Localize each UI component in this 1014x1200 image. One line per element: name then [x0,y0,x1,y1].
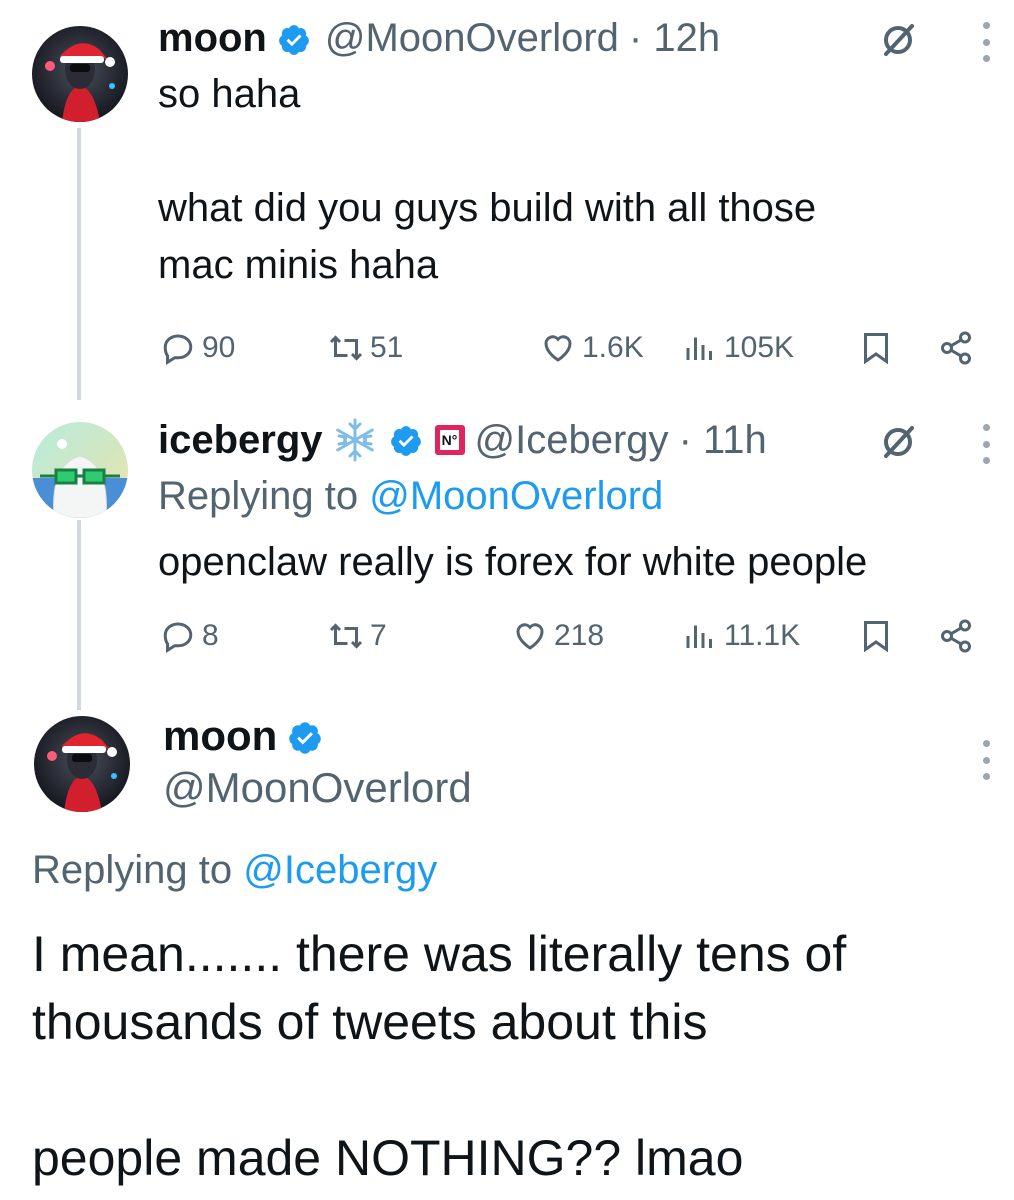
grok-icon[interactable] [878,20,918,60]
display-name[interactable]: moon [163,712,277,760]
grok-icon[interactable] [878,422,918,462]
views-count: 11.1K [724,619,801,652]
reply-icon [163,622,193,653]
action-bar: 8 7 218 11.1K [158,616,988,656]
views-icon [686,625,712,648]
like-count: 1.6K [582,331,644,364]
display-name[interactable]: moon [158,16,267,61]
bookmark-icon [864,621,888,653]
mention-link[interactable]: @Icebergy [243,848,437,892]
views-icon [686,337,712,360]
like-button[interactable]: 1.6K [540,328,644,368]
retweet-icon [329,335,363,361]
thread-line [77,520,81,710]
like-count: 218 [554,619,605,652]
handle[interactable]: @MoonOverlord [325,16,619,61]
tweet-text: openclaw really is forex for white peopl… [158,540,868,584]
views-button[interactable]: 11.1K [682,616,800,656]
tweet-header: moon @MoonOverlord · 12h [158,16,720,61]
tweet-1[interactable]: moon @MoonOverlord · 12h so haha what di… [0,0,1014,400]
reply-count: 8 [202,619,219,652]
tweet-3-focused: moon @MoonOverlord Replying to @Icebergy… [0,700,1014,1200]
avatar[interactable] [32,422,128,518]
verified-badge-icon [287,718,323,754]
replying-to: Replying to @Icebergy [32,848,437,893]
more-options-icon[interactable] [980,22,992,62]
reply-button[interactable]: 8 [160,616,219,656]
avatar[interactable] [34,716,130,812]
share-button[interactable] [938,616,980,656]
bookmark-button[interactable] [858,616,900,656]
replying-to: Replying to @MoonOverlord [158,474,663,519]
more-options-icon[interactable] [980,424,992,464]
tweet-header: icebergy N° @Icebergy · 11h [158,416,767,464]
timestamp[interactable]: · 11h [679,418,767,463]
share-icon [941,331,971,365]
more-options-icon[interactable] [980,740,992,780]
reply-count: 90 [202,331,236,364]
reply-icon [163,334,193,365]
verified-badge-icon [277,22,311,56]
replying-to-prefix: Replying to [158,474,370,518]
share-button[interactable] [938,328,980,368]
tweet-text: I mean....... there was literally tens o… [32,926,847,1186]
retweet-count: 7 [370,619,387,652]
mention-link[interactable]: @MoonOverlord [369,474,663,518]
avatar[interactable] [32,26,128,122]
tweet-text: so haha what did you guys build with all… [158,72,817,287]
action-bar: 90 51 1.6K 105K [158,328,988,368]
handle[interactable]: @Icebergy [475,418,669,463]
reply-button[interactable]: 90 [160,328,235,368]
like-button[interactable]: 218 [512,616,604,656]
replying-to-prefix: Replying to [32,848,244,892]
like-icon [516,623,544,650]
verified-badge-icon [389,423,423,457]
affiliate-badge[interactable]: N° [434,425,465,455]
retweet-button[interactable]: 7 [328,616,387,656]
retweet-count: 51 [370,331,404,364]
handle[interactable]: @MoonOverlord [163,764,472,812]
retweet-icon [329,623,363,649]
tweet-2[interactable]: icebergy N° @Icebergy · 11h Replying to … [0,400,1014,710]
snowflake-icon [331,416,379,464]
share-icon [941,619,971,653]
retweet-button[interactable]: 51 [328,328,403,368]
display-name[interactable]: icebergy [158,418,323,463]
like-icon [544,335,572,362]
display-name-row: moon [163,712,323,760]
views-button[interactable]: 105K [682,328,794,368]
thread-line [77,128,81,400]
timestamp[interactable]: · 12h [629,16,720,61]
views-count: 105K [724,331,795,364]
affiliate-badge-text: N° [439,430,460,450]
bookmark-icon [864,333,888,365]
bookmark-button[interactable] [858,328,900,368]
